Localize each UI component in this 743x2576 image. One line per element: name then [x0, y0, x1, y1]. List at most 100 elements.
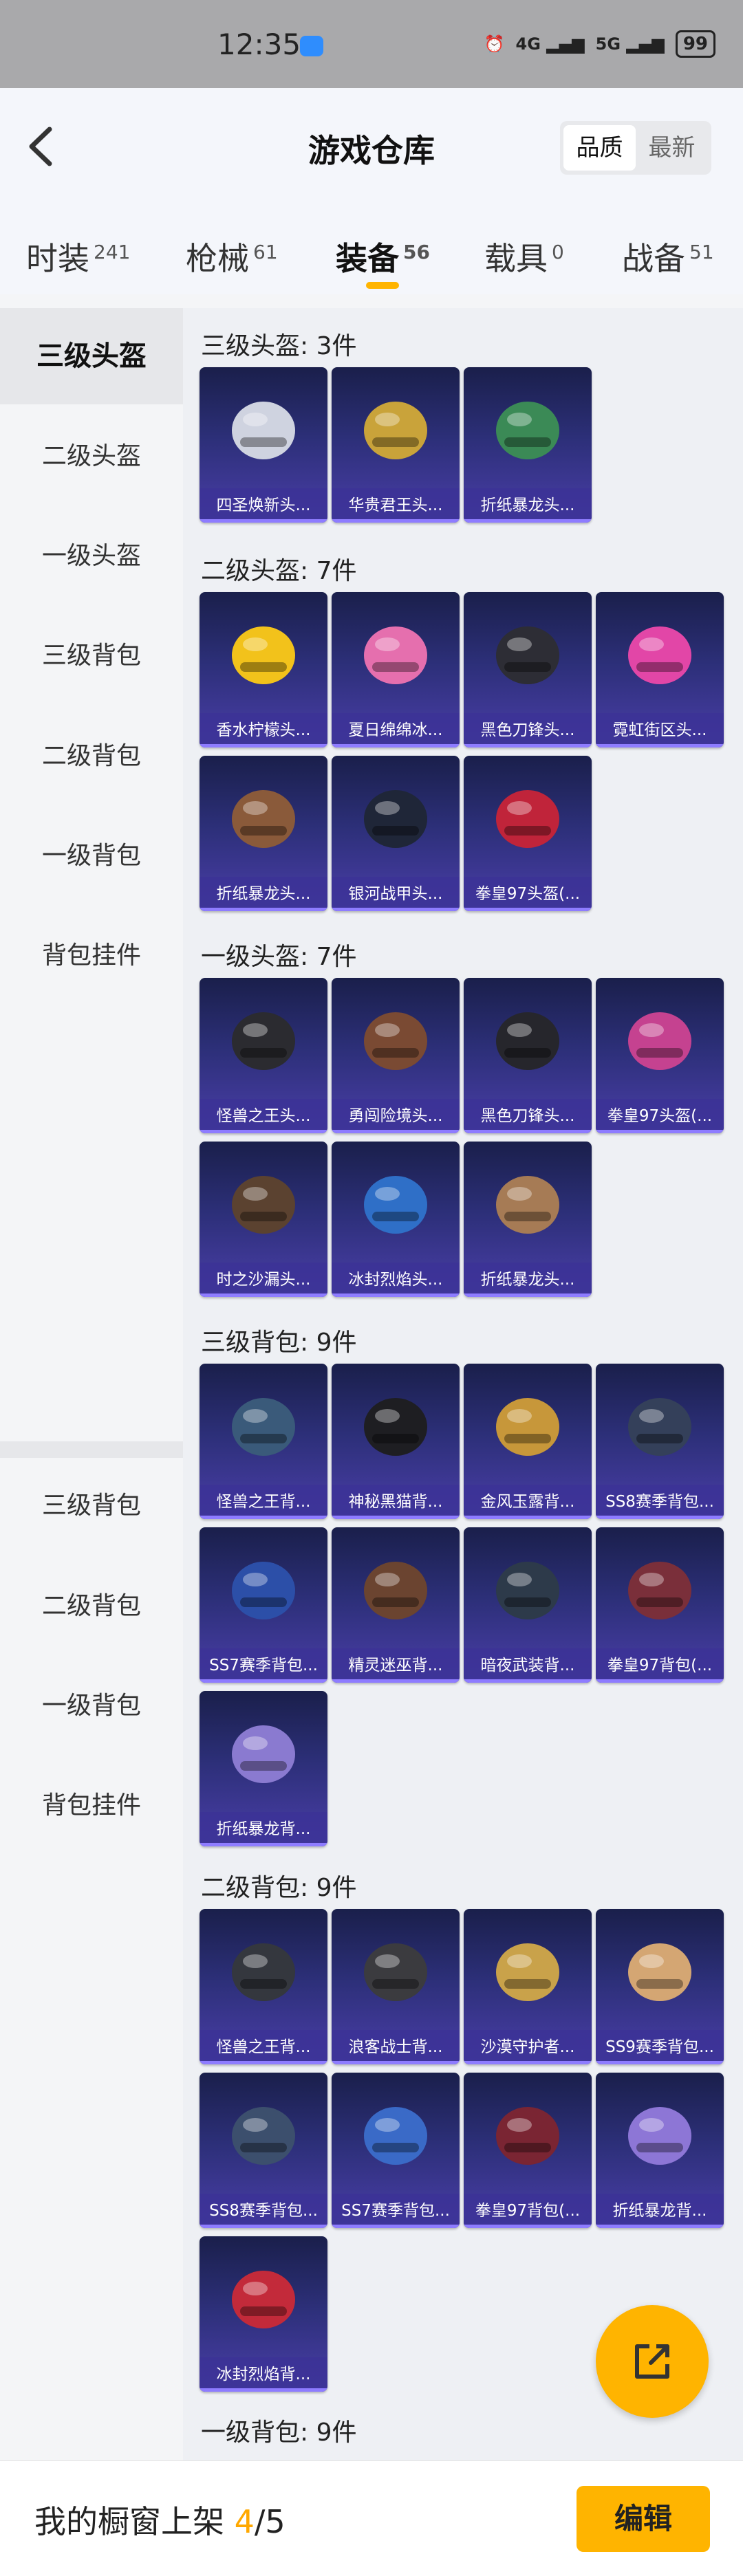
- item-card[interactable]: SS8赛季背包...: [596, 1364, 724, 1519]
- sidebar-item-backpack-charm[interactable]: 背包挂件: [0, 908, 183, 1004]
- sidebar-item-backpack-l1-b[interactable]: 一级背包: [0, 1658, 183, 1754]
- item-card[interactable]: 夏日绵绵冰...: [332, 592, 460, 747]
- item-grid: 三级头盔: 3件 四圣焕新头... 华贵君王头... 折纸暴龙头... 二级头盔: 7件…: [183, 308, 743, 2460]
- sidebar-item-backpack-l2-b[interactable]: 二级背包: [0, 1558, 183, 1655]
- item-name: 折纸暴龙头...: [464, 488, 592, 523]
- item-card[interactable]: 折纸暴龙头...: [464, 1142, 592, 1297]
- item-card[interactable]: SS7赛季背包...: [332, 2073, 460, 2228]
- item-image-icon: [496, 402, 559, 459]
- status-icons: ⏰ 4G ▂▄▆ 5G ▂▄▆ 99: [484, 30, 715, 58]
- rarity-bar: [200, 519, 327, 523]
- item-card[interactable]: 折纸暴龙头...: [464, 367, 592, 523]
- section-title: 三级头盔: 3件: [201, 332, 357, 360]
- item-card[interactable]: 冰封烈焰头...: [332, 1142, 460, 1297]
- tab-vehicles[interactable]: 载具 0: [484, 234, 564, 279]
- item-card[interactable]: 怪兽之王头...: [200, 978, 327, 1133]
- item-card[interactable]: 拳皇97头盔(...: [464, 756, 592, 911]
- rarity-bar: [332, 1516, 460, 1519]
- sidebar-item-backpack-charm-b[interactable]: 背包挂件: [0, 1758, 183, 1854]
- rarity-bar: [200, 2061, 327, 2064]
- item-card[interactable]: 折纸暴龙头...: [200, 756, 327, 911]
- item-card[interactable]: 怪兽之王背...: [200, 1364, 327, 1519]
- item-card[interactable]: 折纸暴龙背...: [200, 1691, 327, 1846]
- item-name: 冰封烈焰背...: [200, 2357, 327, 2392]
- sidebar-item-helmet-l1[interactable]: 一级头盔: [0, 508, 183, 604]
- signal-icon-1: 4G ▂▄▆: [515, 34, 585, 54]
- share-button[interactable]: [596, 2305, 709, 2418]
- item-name: 拳皇97背包(...: [464, 2194, 592, 2228]
- item-image-icon: [232, 1725, 295, 1783]
- item-card[interactable]: 银河战甲头...: [332, 756, 460, 911]
- alarm-icon: ⏰: [484, 34, 505, 54]
- sidebar-item-helmet-l2[interactable]: 二级头盔: [0, 408, 183, 505]
- signal-icon-2: 5G ▂▄▆: [595, 34, 665, 54]
- item-card[interactable]: 拳皇97背包(...: [464, 2073, 592, 2228]
- item-card[interactable]: 冰封烈焰背...: [200, 2236, 327, 2392]
- rarity-bar: [332, 744, 460, 747]
- item-card[interactable]: 四圣焕新头...: [200, 367, 327, 523]
- item-name: SS9赛季背包...: [596, 2030, 724, 2064]
- item-image-icon: [232, 2107, 295, 2165]
- rarity-bar: [596, 1130, 724, 1133]
- item-card[interactable]: 拳皇97背包(...: [596, 1527, 724, 1683]
- item-image-icon: [232, 1176, 295, 1234]
- status-time: 12:35: [217, 28, 301, 61]
- item-card[interactable]: 华贵君王头...: [332, 367, 460, 523]
- sidebar-item-backpack-l3[interactable]: 三级背包: [0, 608, 183, 704]
- item-name: 折纸暴龙头...: [200, 877, 327, 911]
- item-name: 霓虹街区头...: [596, 713, 724, 747]
- item-card[interactable]: 拳皇97头盔(...: [596, 978, 724, 1133]
- sort-quality-button[interactable]: 品质: [563, 125, 636, 171]
- item-name: 香水柠檬头...: [200, 713, 327, 747]
- rarity-bar: [464, 1294, 592, 1297]
- item-name: 勇闯险境头...: [332, 1099, 460, 1133]
- item-name: 怪兽之王头...: [200, 1099, 327, 1133]
- sidebar-item-helmet-l3[interactable]: 三级头盔: [0, 308, 183, 404]
- rarity-bar: [332, 519, 460, 523]
- item-card[interactable]: 时之沙漏头...: [200, 1142, 327, 1297]
- item-card[interactable]: SS9赛季背包...: [596, 1909, 724, 2064]
- item-card[interactable]: SS8赛季背包...: [200, 2073, 327, 2228]
- item-card[interactable]: 折纸暴龙背...: [596, 2073, 724, 2228]
- active-tab-indicator: [366, 282, 399, 289]
- item-card[interactable]: 黑色刀锋头...: [464, 978, 592, 1133]
- item-name: 四圣焕新头...: [200, 488, 327, 523]
- item-image-icon: [364, 1943, 427, 2001]
- tab-fashion[interactable]: 时装 241: [26, 234, 130, 279]
- item-card[interactable]: 金风玉露背...: [464, 1364, 592, 1519]
- item-card[interactable]: SS7赛季背包...: [200, 1527, 327, 1683]
- item-card[interactable]: 暗夜武装背...: [464, 1527, 592, 1683]
- edit-button[interactable]: 编辑: [577, 2486, 710, 2552]
- sidebar-item-backpack-l1[interactable]: 一级背包: [0, 808, 183, 904]
- item-card[interactable]: 浪客战士背...: [332, 1909, 460, 2064]
- item-name: 拳皇97头盔(...: [596, 1099, 724, 1133]
- sidebar-item-backpack-l3-b[interactable]: 三级背包: [0, 1458, 183, 1554]
- item-card[interactable]: 勇闯险境头...: [332, 978, 460, 1133]
- sidebar-item-backpack-l2[interactable]: 二级背包: [0, 708, 183, 805]
- item-card[interactable]: 香水柠檬头...: [200, 592, 327, 747]
- item-name: 浪客战士背...: [332, 2030, 460, 2064]
- tab-equipment[interactable]: 装备 56: [336, 234, 430, 279]
- item-card[interactable]: 精灵迷巫背...: [332, 1527, 460, 1683]
- item-card[interactable]: 霓虹街区头...: [596, 592, 724, 747]
- item-name: 夏日绵绵冰...: [332, 713, 460, 747]
- item-image-icon: [364, 790, 427, 848]
- item-image-icon: [496, 1562, 559, 1619]
- rarity-bar: [200, 1679, 327, 1683]
- item-card[interactable]: 神秘黑猫背...: [332, 1364, 460, 1519]
- sort-toggle[interactable]: 品质 最新: [560, 121, 711, 175]
- item-card[interactable]: 黑色刀锋头...: [464, 592, 592, 747]
- item-card[interactable]: 怪兽之王背...: [200, 1909, 327, 2064]
- item-image-icon: [496, 1943, 559, 2001]
- rarity-bar: [596, 1679, 724, 1683]
- item-name: 暗夜武装背...: [464, 1648, 592, 1683]
- tab-weapons[interactable]: 枪械 61: [186, 234, 278, 279]
- share-icon: [635, 2344, 669, 2379]
- item-card[interactable]: 沙漠守护者...: [464, 1909, 592, 2064]
- sort-latest-button[interactable]: 最新: [636, 125, 708, 171]
- item-name: 金风玉露背...: [464, 1485, 592, 1519]
- rarity-bar: [464, 2225, 592, 2228]
- tab-supplies[interactable]: 战备 51: [622, 234, 714, 279]
- item-name: 黑色刀锋头...: [464, 713, 592, 747]
- rarity-bar: [332, 1679, 460, 1683]
